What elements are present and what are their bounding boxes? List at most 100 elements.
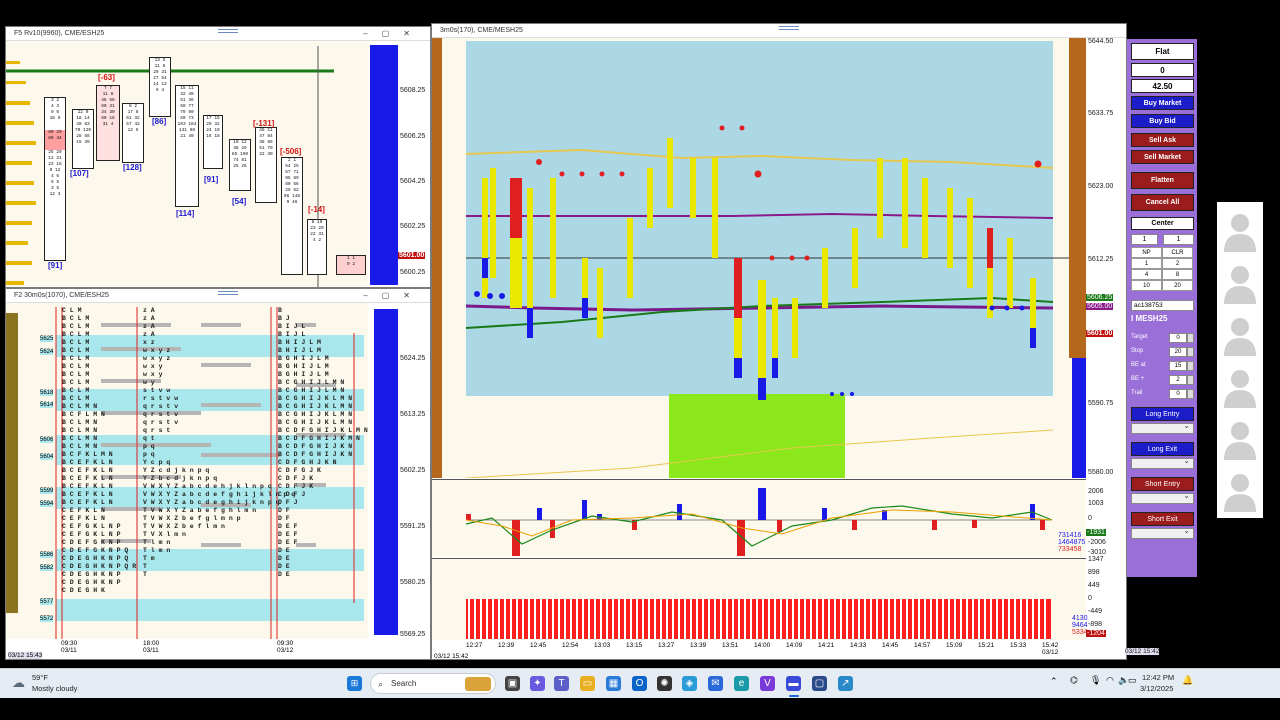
long-exit-button[interactable]: Long Exit: [1131, 442, 1194, 456]
edge-icon[interactable]: e: [734, 676, 749, 691]
footprint-titlebar[interactable]: F5 Rv10(9960), CME/ESH25 –▢✕: [6, 27, 430, 41]
short-exit-dropdown[interactable]: [1131, 526, 1194, 539]
qty-input[interactable]: 1: [1131, 234, 1158, 245]
notification-bell-icon[interactable]: 🔔: [1182, 675, 1193, 686]
participant-avatar-icon[interactable]: [1221, 210, 1259, 252]
file-explorer-icon[interactable]: ▭: [580, 676, 595, 691]
symbol-label: I MESH25: [1131, 314, 1167, 323]
volume-gap: [828, 599, 830, 639]
indicator-readout: 731416: [1058, 532, 1082, 539]
drag-grip-icon[interactable]: [218, 291, 238, 295]
qty-10-button[interactable]: 10: [1131, 280, 1162, 291]
short-entry-dropdown[interactable]: [1131, 491, 1194, 504]
window-controls[interactable]: –▢✕: [363, 27, 424, 41]
qty-1-button[interactable]: 1: [1131, 258, 1162, 269]
network-icon[interactable]: ⌬: [1070, 675, 1078, 686]
spinner-icon[interactable]: [1187, 333, 1194, 343]
task-view-icon[interactable]: ▣: [505, 676, 520, 691]
sell-market-button[interactable]: Sell Market: [1131, 150, 1194, 164]
search-box[interactable]: ⌕ Search: [370, 673, 496, 694]
cancel-all-button[interactable]: Cancel All: [1131, 194, 1194, 211]
tpo-titlebar[interactable]: F2 30m0s(1070), CME/ESH25 –▢✕: [6, 289, 430, 303]
volume-gap: [492, 599, 494, 639]
short-exit-button[interactable]: Short Exit: [1131, 512, 1194, 526]
qty-4-button[interactable]: 4: [1131, 269, 1162, 280]
stop-input[interactable]: 20: [1169, 347, 1187, 357]
drag-grip-icon[interactable]: [779, 26, 799, 30]
indicator-pane[interactable]: [432, 479, 1086, 557]
qty-top-right[interactable]: 1: [1163, 234, 1194, 245]
sell-ask-button[interactable]: Sell Ask: [1131, 133, 1194, 147]
weather-widget[interactable]: ☁ 59°F Mostly cloudy: [12, 672, 102, 696]
indicator-svg: [465, 488, 1053, 556]
be-plus-input[interactable]: 2: [1169, 375, 1187, 385]
copilot-app-icon[interactable]: ◈: [682, 676, 697, 691]
window-app-icon[interactable]: ▢: [812, 676, 827, 691]
qty-8-button[interactable]: 8: [1162, 269, 1193, 280]
target-input[interactable]: 0: [1169, 333, 1187, 343]
teams-icon[interactable]: T: [554, 676, 569, 691]
volume-pane[interactable]: [432, 558, 1086, 640]
participant-avatar-icon[interactable]: [1221, 366, 1259, 408]
price-chart[interactable]: [432, 38, 1086, 479]
trail-input[interactable]: 0: [1169, 389, 1187, 399]
wifi-icon[interactable]: ◠: [1106, 675, 1114, 686]
spinner-icon[interactable]: [1187, 361, 1194, 371]
volume-tick: 0: [1088, 595, 1092, 602]
level-label: 5618: [40, 390, 54, 396]
short-entry-button[interactable]: Short Entry: [1131, 477, 1194, 491]
qty-np-button[interactable]: NP: [1131, 247, 1162, 258]
account-select[interactable]: ac138753: [1131, 300, 1194, 311]
qty-2-button[interactable]: 2: [1162, 258, 1193, 269]
clock-date[interactable]: 3/12/2025: [1140, 684, 1173, 693]
buy-bid-button[interactable]: Buy Bid: [1131, 114, 1194, 128]
participant-avatar-icon[interactable]: [1221, 418, 1259, 460]
volume-axis: 1347 898 449 0 -449 -898 4130 9464 5334 …: [1072, 556, 1126, 640]
battery-icon[interactable]: ▭: [1128, 675, 1137, 686]
volume-gap: [1020, 599, 1022, 639]
windows-start-icon[interactable]: ⊞: [347, 676, 362, 691]
chevron-up-icon[interactable]: ⌃: [1050, 676, 1058, 687]
spinner-icon[interactable]: [1187, 375, 1194, 385]
trading-app-icon[interactable]: ▬: [786, 676, 801, 691]
price-chart-svg: [432, 38, 1086, 479]
openai-icon[interactable]: ✺: [657, 676, 672, 691]
copilot-icon[interactable]: ✦: [530, 676, 545, 691]
participant-avatar-icon[interactable]: [1221, 314, 1259, 356]
chart-app-icon[interactable]: ↗: [838, 676, 853, 691]
time-label: 13:15: [626, 642, 643, 649]
participant-avatar-icon[interactable]: [1221, 262, 1259, 304]
volume-gap: [900, 599, 902, 639]
main-chart-window: 3m0s(170), CME/MESH25 5644.50 5633.75 56…: [431, 23, 1127, 660]
tpo-column-2: z A z A z A z A x z w x y z w x y z w x …: [143, 307, 296, 578]
time-label: 14:00: [754, 642, 771, 649]
main-title: 3m0s(170), CME/MESH25: [440, 27, 523, 34]
mail-icon[interactable]: ✉: [708, 676, 723, 691]
drag-grip-icon[interactable]: [218, 29, 238, 33]
calendar-icon[interactable]: ▦: [606, 676, 621, 691]
time-label: 13:51: [722, 642, 739, 649]
flatten-button[interactable]: Flatten: [1131, 172, 1194, 189]
window-controls[interactable]: –▢✕: [363, 289, 424, 303]
qty-clr-button[interactable]: CLR: [1162, 247, 1193, 258]
price-tick: 5608.25: [400, 87, 426, 94]
long-entry-dropdown[interactable]: [1131, 421, 1194, 434]
visual-studio-icon[interactable]: V: [760, 676, 775, 691]
indicator-tick: -2006: [1088, 539, 1106, 546]
delta-label: [-63]: [98, 73, 115, 82]
long-entry-button[interactable]: Long Entry: [1131, 407, 1194, 421]
be-at-input[interactable]: 15: [1169, 361, 1187, 371]
microphone-icon[interactable]: 🎙: [1090, 675, 1101, 686]
spinner-icon[interactable]: [1187, 389, 1194, 399]
outlook-icon[interactable]: O: [632, 676, 647, 691]
volume-gap: [1032, 599, 1034, 639]
qty-20-button[interactable]: 20: [1162, 280, 1193, 291]
buy-market-button[interactable]: Buy Market: [1131, 96, 1194, 110]
clock-time[interactable]: 12:42 PM: [1142, 673, 1174, 682]
main-titlebar[interactable]: 3m0s(170), CME/MESH25: [432, 24, 1126, 38]
center-button[interactable]: Center: [1131, 217, 1194, 230]
spinner-icon[interactable]: [1187, 347, 1194, 357]
participant-avatar-icon[interactable]: [1221, 470, 1259, 512]
time-label: 13:39: [690, 642, 707, 649]
long-exit-dropdown[interactable]: [1131, 456, 1194, 469]
